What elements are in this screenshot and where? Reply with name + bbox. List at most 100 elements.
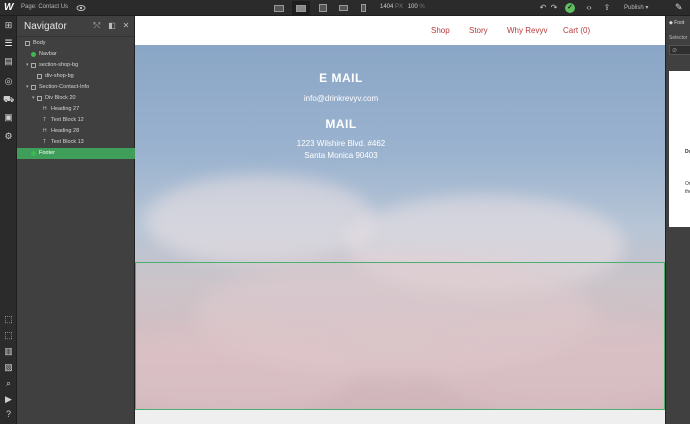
- navigator-item[interactable]: Navbar: [17, 49, 135, 60]
- selector-label: Selector: [669, 35, 688, 41]
- search-icon[interactable]: ⌕: [3, 378, 14, 389]
- grid-overlay-icon[interactable]: ▥: [3, 346, 14, 357]
- canvas-size-readout: 1404 PX 100 %: [380, 4, 428, 10]
- navigator-item-label: Heading 28: [51, 128, 80, 134]
- nav-link-why-revyv[interactable]: Why Revyv: [507, 26, 547, 35]
- dock-panel-icon[interactable]: ◧: [108, 22, 116, 30]
- navigator-item-label: Heading 27: [51, 106, 80, 112]
- style-panel-card: Do Or the: [669, 71, 690, 227]
- navigator-item[interactable]: ▾ Section-Contact-Info: [17, 82, 135, 93]
- email-heading[interactable]: E MAIL: [235, 71, 447, 85]
- breakpoint-tablet-button[interactable]: [314, 1, 332, 15]
- heading-icon: H: [43, 106, 47, 112]
- xray-icon[interactable]: ▧: [3, 362, 14, 373]
- navigator-item-label: Div Block 20: [45, 95, 76, 101]
- nav-link-shop[interactable]: Shop: [431, 26, 450, 35]
- navigator-item-label: Text Block 12: [51, 117, 84, 123]
- expand-caret-icon[interactable]: ▾: [32, 93, 36, 104]
- panel-card-text-3: the: [685, 189, 690, 195]
- symbol-icon: [31, 151, 36, 156]
- nav-link-cart[interactable]: Cart (0): [563, 26, 590, 35]
- navigator-item-label: Navbar: [39, 51, 57, 57]
- navigator-item-label: section-shop-bg: [39, 62, 79, 68]
- video-tutorials-icon[interactable]: ▶: [3, 394, 14, 405]
- eye-icon[interactable]: [76, 3, 86, 13]
- export-icon[interactable]: ⇪: [602, 3, 612, 13]
- design-canvas[interactable]: Shop Story Why Revyv Cart (0) E MAIL inf…: [135, 16, 665, 424]
- address-line-2[interactable]: Santa Monica 90403: [235, 151, 447, 160]
- expand-caret-icon[interactable]: ▾: [26, 60, 30, 71]
- navigator-item-label: Body: [33, 40, 46, 46]
- site-navbar[interactable]: Shop Story Why Revyv Cart (0): [135, 16, 665, 45]
- close-icon[interactable]: ✕: [122, 22, 130, 30]
- box-icon: [37, 96, 42, 101]
- navigator-item[interactable]: Footer: [17, 148, 135, 159]
- navigator-tree: Body Navbar ▾ section-shop-bg div-shop-bg ▾ Se…: [17, 38, 135, 159]
- navigator-item[interactable]: H Heading 27: [17, 104, 135, 115]
- panel-card-text-2: Or: [685, 181, 690, 187]
- help-icon[interactable]: ?: [3, 409, 14, 420]
- cms-icon[interactable]: ◎: [3, 76, 14, 87]
- navigator-item-label: div-shop-bg: [45, 73, 74, 79]
- navigator-item[interactable]: div-shop-bg: [17, 71, 135, 82]
- left-toolbar: ⊞ ☰ ▤ ◎ ⛟ ▣ ⚙ ⬚ ⬚ ▥ ▧ ⌕ ▶ ?: [0, 16, 17, 424]
- text-block-icon: T: [43, 117, 47, 123]
- footer-selection-outline[interactable]: [135, 262, 665, 410]
- navigator-item-label: Footer: [39, 150, 55, 156]
- canvas-width-unit: PX: [395, 4, 404, 10]
- selected-element-label: ◆ Foot: [669, 20, 685, 26]
- navigator-icon[interactable]: ☰: [3, 38, 14, 49]
- redo-icon[interactable]: ↷: [549, 3, 559, 13]
- expand-caret-icon[interactable]: ▾: [26, 82, 30, 93]
- code-icon[interactable]: ‹›: [584, 3, 594, 13]
- style-brush-icon[interactable]: ✎: [675, 2, 687, 14]
- collapse-all-icon[interactable]: ⤲: [93, 22, 101, 30]
- pages-icon[interactable]: ▤: [3, 56, 14, 67]
- select-icon[interactable]: ⬚: [3, 314, 14, 325]
- style-panel: ◆ Foot Selector ⊘ Do Or the: [665, 16, 690, 424]
- navigator-title: Navigator: [24, 21, 67, 32]
- navigator-item[interactable]: Body: [17, 38, 135, 49]
- navigator-item[interactable]: T Text Block 13: [17, 137, 135, 148]
- breakpoint-mobile-landscape-button[interactable]: [334, 1, 352, 15]
- nav-link-story[interactable]: Story: [469, 26, 488, 35]
- add-element-icon[interactable]: ⊞: [3, 20, 14, 31]
- page-selector[interactable]: Page: Contact Us: [21, 4, 68, 10]
- box-icon: [31, 85, 36, 90]
- preview-selection-icon[interactable]: ⬚: [3, 330, 14, 341]
- canvas-width: 1404: [380, 4, 394, 10]
- publish-button[interactable]: Publish ▾: [624, 4, 648, 11]
- breakpoint-mobile-portrait-button[interactable]: [354, 1, 372, 15]
- panel-card-text-1: Do: [685, 149, 690, 155]
- navigator-item[interactable]: ▾ Div Block 20: [17, 93, 135, 104]
- publish-label: Publish: [624, 5, 644, 11]
- navigator-item[interactable]: H Heading 28: [17, 126, 135, 137]
- email-text[interactable]: info@drinkrevyv.com: [235, 94, 447, 103]
- selected-element-name: Foot: [674, 20, 685, 26]
- navigator-item-label: Section-Contact-Info: [39, 84, 90, 90]
- canvas-zoom: 100: [407, 4, 418, 10]
- selector-input[interactable]: ⊘: [669, 45, 690, 55]
- saved-check-icon[interactable]: ✓: [565, 3, 575, 13]
- navigator-item-label: Text Block 13: [51, 139, 84, 145]
- box-icon: [37, 74, 42, 79]
- webflow-logo-icon[interactable]: W: [4, 2, 16, 14]
- page-bottom-area: [135, 410, 665, 424]
- navigator-item[interactable]: ▾ section-shop-bg: [17, 60, 135, 71]
- navigator-panel: Navigator ⤲ ◧ ✕ Body Navbar ▾ section-shop-…: [17, 16, 135, 424]
- ecommerce-icon[interactable]: ⛟: [3, 94, 14, 105]
- text-block-icon: T: [43, 139, 47, 145]
- canvas-zoom-unit: %: [419, 4, 425, 10]
- breakpoint-desktop-large-button[interactable]: [270, 1, 288, 15]
- breakpoint-desktop-button[interactable]: [292, 1, 310, 15]
- undo-icon[interactable]: ↶: [538, 3, 548, 13]
- assets-icon[interactable]: ▣: [3, 112, 14, 123]
- no-selector-icon: ⊘: [672, 48, 678, 54]
- address-line-1[interactable]: 1223 Wilshire Blvd. #462: [235, 139, 447, 148]
- mail-heading[interactable]: MAIL: [235, 117, 447, 131]
- box-icon: [25, 41, 30, 46]
- navigator-header: Navigator ⤲ ◧ ✕: [17, 16, 134, 37]
- navigator-item[interactable]: T Text Block 12: [17, 115, 135, 126]
- heading-icon: H: [43, 128, 47, 134]
- settings-icon[interactable]: ⚙: [3, 131, 14, 142]
